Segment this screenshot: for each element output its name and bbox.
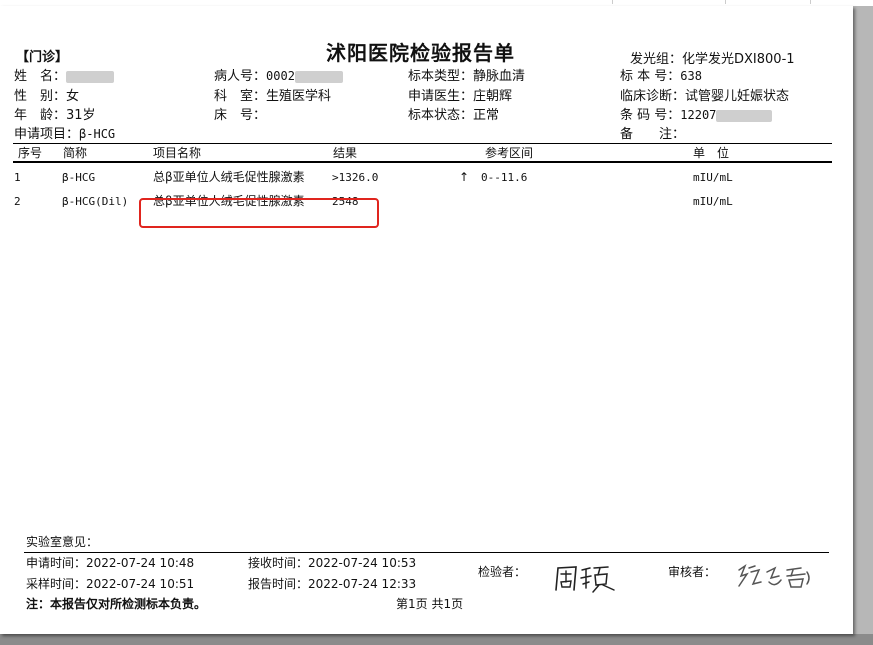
- barcode-value: 12207: [680, 108, 717, 122]
- request-label: 申请项目：: [14, 127, 80, 142]
- barcode-redacted: [716, 109, 773, 122]
- row-no: 1: [14, 171, 21, 184]
- dept-field: 科 室：生殖医学科: [214, 89, 331, 105]
- col-header-ref: 参考区间: [485, 146, 534, 160]
- doctor-field: 申请医生：庄朝辉: [408, 89, 512, 105]
- doctor-value: 庄朝辉: [473, 89, 513, 104]
- row-abbr: β-HCG: [62, 171, 96, 184]
- patient-no-value: 0002: [266, 69, 295, 83]
- specimen-status-field: 标本状态：正常: [408, 108, 499, 124]
- doctor-label: 申请医生：: [408, 89, 474, 104]
- report-page: 【门诊】 沭阳医院检验报告单 发光组：化学发光DXI800-1 姓 名： 性 别…: [0, 6, 853, 634]
- row-flag-up: ↑: [459, 170, 470, 184]
- footer-top-rule: [24, 552, 829, 553]
- col-header-name: 项目名称: [153, 146, 202, 160]
- patient-no-field: 病人号：0002: [214, 69, 343, 85]
- name-field: 姓 名：: [14, 69, 115, 85]
- table-header-rule: [13, 161, 832, 163]
- bed-field: 床 号：: [214, 108, 266, 124]
- name-redacted: [66, 70, 115, 83]
- collect-time: 采样时间：2022-07-24 10:51: [26, 577, 195, 591]
- gender-value: 女: [66, 89, 80, 104]
- row-no: 2: [14, 195, 21, 208]
- page-info: 第1页 共1页: [396, 597, 464, 611]
- dept-label: 科 室：: [214, 89, 267, 104]
- diagnosis-label: 临床诊断：: [620, 89, 686, 104]
- age-value: 31岁: [66, 108, 96, 123]
- inspector-label: 检验者：: [478, 565, 527, 579]
- inspector-signature-icon: [555, 566, 615, 593]
- report-time: 报告时间：2022-07-24 12:33: [248, 577, 417, 591]
- viewer-gutter-right: [853, 6, 873, 645]
- row-unit: mIU/mL: [693, 171, 733, 184]
- gender-field: 性 别：女: [14, 89, 79, 105]
- instrument-group: 发光组：化学发光DXI800-1: [630, 52, 795, 67]
- bed-label: 床 号：: [214, 108, 267, 123]
- request-time: 申请时间：2022-07-24 10:48: [26, 556, 195, 570]
- age-field: 年 龄：31岁: [14, 108, 96, 124]
- specimen-type-value: 静脉血清: [473, 69, 526, 84]
- disclaimer-note: 注：本报告仅对所检测标本负责。: [26, 597, 207, 611]
- col-header-unit: 单 位: [693, 146, 730, 160]
- gender-label: 性 别：: [14, 89, 67, 104]
- lab-opinion-label: 实验室意见：: [26, 535, 99, 549]
- request-field: 申请项目：β-HCG: [14, 127, 115, 143]
- remark-field: 备 注：: [620, 127, 685, 143]
- remark-label: 备 注：: [620, 127, 686, 142]
- specimen-no-label: 标 本 号：: [620, 69, 681, 84]
- clinic-label: 【门诊】: [16, 50, 69, 65]
- row-unit: mIU/mL: [693, 195, 733, 208]
- highlight-annotation-box: [139, 198, 379, 228]
- name-label: 姓 名：: [14, 69, 67, 84]
- specimen-type-label: 标本类型：: [408, 69, 474, 84]
- specimen-no-field: 标 本 号：638: [620, 69, 702, 85]
- diagnosis-field: 临床诊断：试管婴儿妊娠状态: [620, 89, 789, 105]
- table-top-rule: [13, 143, 832, 144]
- col-header-no: 序号: [18, 146, 43, 160]
- age-label: 年 龄：: [14, 108, 67, 123]
- dept-value: 生殖医学科: [266, 89, 332, 104]
- reviewer-label: 审核者：: [668, 565, 717, 579]
- row-ref: 0--11.6: [481, 171, 528, 184]
- barcode-label: 条 码 号：: [620, 108, 681, 123]
- reviewer-signature-icon: [738, 564, 810, 588]
- specimen-status-label: 标本状态：: [408, 108, 474, 123]
- row-name: 总β亚单位人绒毛促性腺激素: [153, 170, 305, 184]
- viewer-gutter-bottom: [0, 634, 873, 645]
- col-header-abbr: 简称: [63, 146, 88, 160]
- patient-no-redacted: [294, 70, 343, 83]
- page-title: 沭阳医院检验报告单: [326, 41, 515, 65]
- receive-time: 接收时间：2022-07-24 10:53: [248, 556, 417, 570]
- request-value: β-HCG: [79, 127, 116, 141]
- diagnosis-value: 试管婴儿妊娠状态: [685, 89, 790, 104]
- barcode-field: 条 码 号：12207: [620, 108, 773, 124]
- specimen-no-value: 638: [680, 69, 702, 83]
- specimen-type-field: 标本类型：静脉血清: [408, 69, 525, 85]
- row-abbr: β-HCG(Dil): [62, 195, 129, 208]
- specimen-status-value: 正常: [473, 108, 500, 123]
- row-result: >1326.0: [332, 171, 379, 184]
- patient-no-label: 病人号：: [214, 69, 267, 84]
- col-header-result: 结果: [333, 146, 358, 160]
